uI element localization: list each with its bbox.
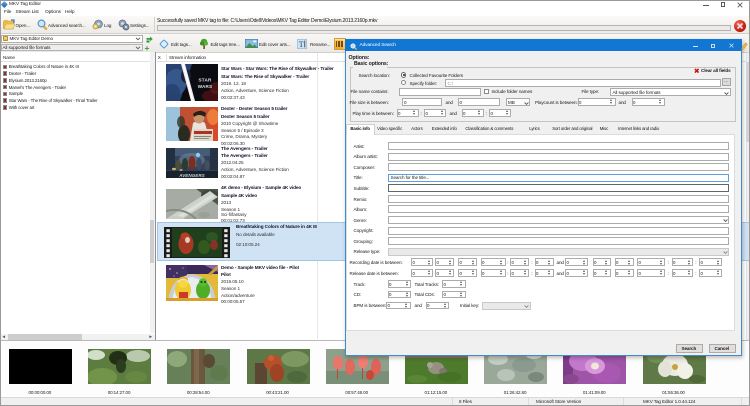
svg-text:STAR: STAR (198, 78, 211, 83)
svg-text:T: T (299, 39, 304, 48)
svg-text:AVENGERS: AVENGERS (178, 172, 205, 177)
svg-text:WARS: WARS (197, 84, 212, 89)
